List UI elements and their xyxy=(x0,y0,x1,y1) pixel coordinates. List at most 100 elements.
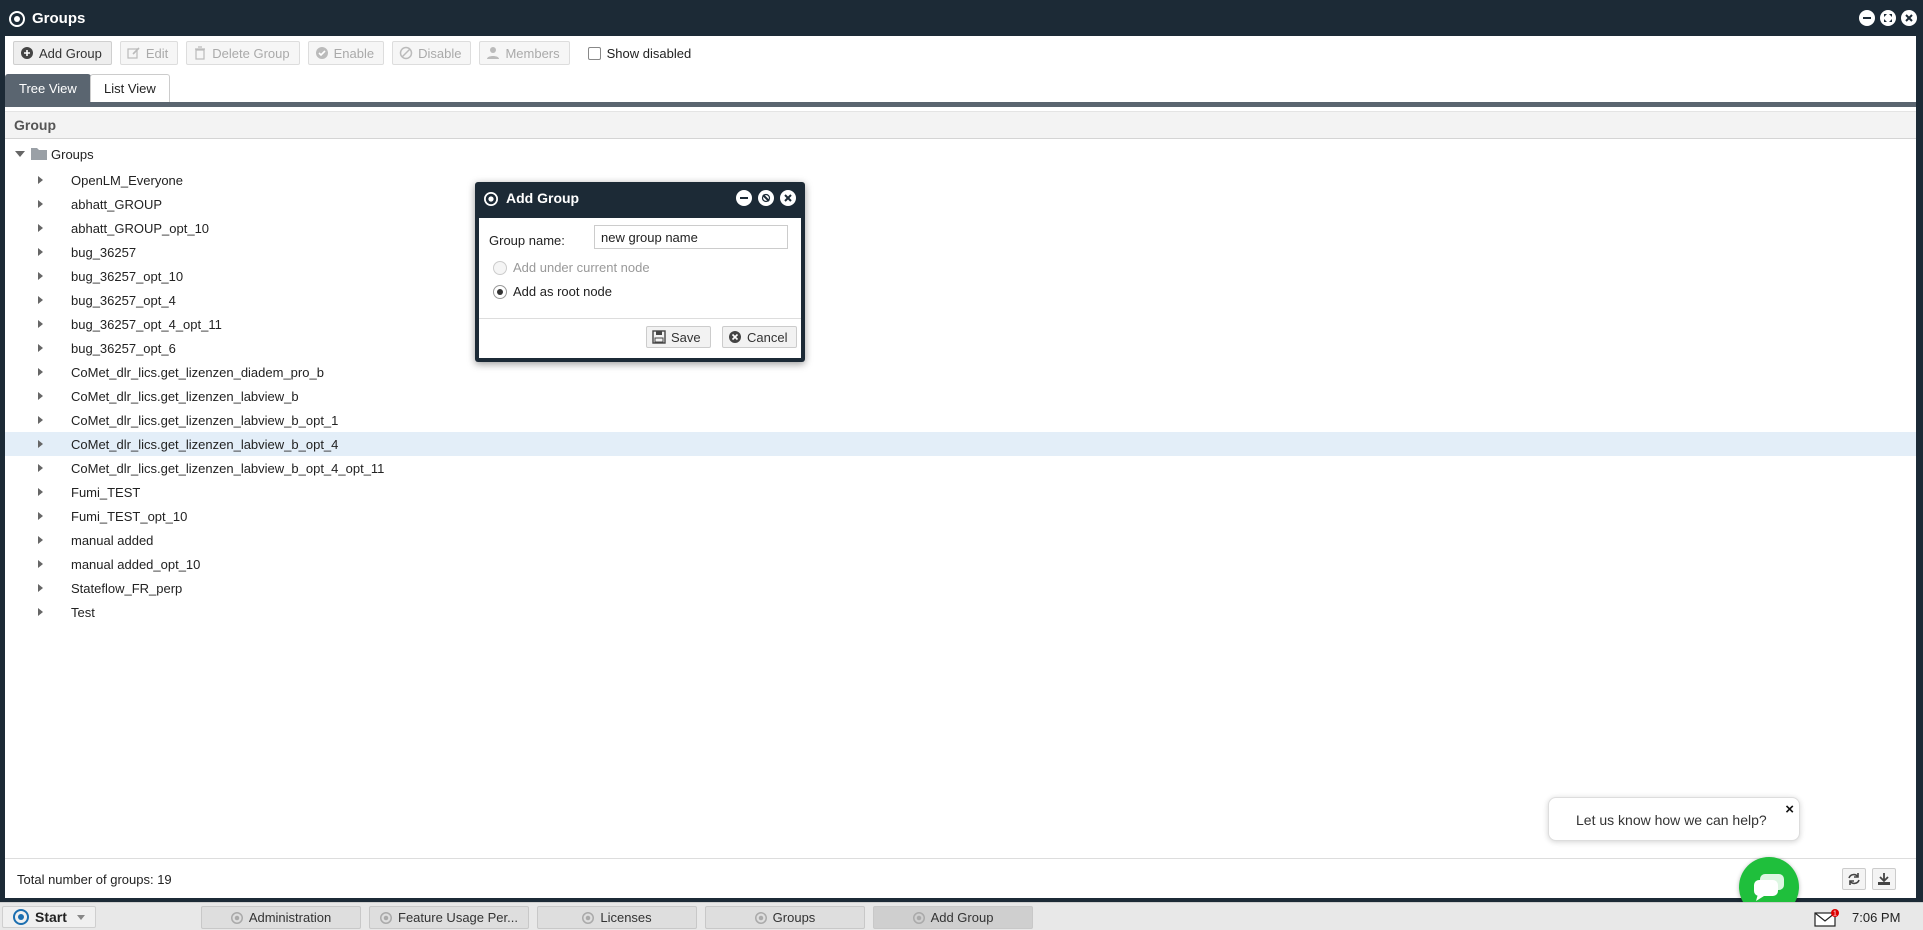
taskbar-item-label: Feature Usage Per... xyxy=(398,910,518,925)
enable-label: Enable xyxy=(333,45,375,61)
tree-row[interactable]: manual added_opt_10 xyxy=(5,552,1916,576)
tree-row[interactable]: abhatt_GROUP_opt_10 xyxy=(5,216,1916,240)
close-icon[interactable] xyxy=(1901,10,1917,26)
ban-icon xyxy=(399,46,413,60)
taskbar: Start Administration Feature Usage Per...… xyxy=(0,902,1923,930)
cancel-icon xyxy=(729,331,741,343)
tree-row-label: Fumi_TEST_opt_10 xyxy=(71,509,188,524)
tree-row[interactable]: OpenLM_Everyone xyxy=(5,168,1916,192)
taskbar-item[interactable]: Feature Usage Per... xyxy=(369,906,529,929)
start-button[interactable]: Start xyxy=(2,906,96,928)
taskbar-item[interactable]: Add Group xyxy=(873,906,1033,929)
tree-row-label: manual added xyxy=(71,533,154,548)
enable-button[interactable]: Enable xyxy=(307,41,385,65)
group-name-input[interactable] xyxy=(594,225,788,249)
tree-row[interactable]: bug_36257_opt_10 xyxy=(5,264,1916,288)
cancel-button[interactable]: Cancel xyxy=(722,326,798,348)
tree-row[interactable]: Fumi_TEST xyxy=(5,480,1916,504)
expand-arrow-icon[interactable] xyxy=(38,320,43,328)
tab-list-view[interactable]: List View xyxy=(90,74,170,102)
expand-arrow-icon[interactable] xyxy=(38,488,43,496)
tree-row[interactable]: manual added xyxy=(5,528,1916,552)
tree-row[interactable]: CoMet_dlr_lics.get_lizenzen_labview_b_op… xyxy=(5,408,1916,432)
expand-arrow-icon[interactable] xyxy=(38,440,43,448)
show-disabled-checkbox[interactable] xyxy=(587,46,601,60)
dialog-minimize-icon[interactable] xyxy=(736,190,752,206)
expand-arrow-icon[interactable] xyxy=(38,560,43,568)
dialog-close-icon[interactable] xyxy=(780,190,796,206)
edit-icon xyxy=(127,47,140,59)
show-disabled-label: Show disabled xyxy=(606,45,692,61)
save-button[interactable]: Save xyxy=(646,326,711,348)
tree-row[interactable]: bug_36257 xyxy=(5,240,1916,264)
tree-row[interactable]: bug_36257_opt_6 xyxy=(5,336,1916,360)
taskbar-item-label: Administration xyxy=(248,910,332,925)
tree-row[interactable]: CoMet_dlr_lics.get_lizenzen_diadem_pro_b xyxy=(5,360,1916,384)
add-group-button[interactable]: Add Group xyxy=(13,41,112,65)
expand-arrow-icon[interactable] xyxy=(38,392,43,400)
expand-arrow-icon[interactable] xyxy=(38,248,43,256)
minimize-icon[interactable] xyxy=(1859,10,1875,26)
start-label: Start xyxy=(35,909,67,925)
taskbar-item[interactable]: Groups xyxy=(705,906,865,929)
chat-close-icon[interactable]: × xyxy=(1785,801,1794,818)
expand-arrow-icon[interactable] xyxy=(38,512,43,520)
tree-row[interactable]: Test xyxy=(5,600,1916,624)
expand-arrow-icon[interactable] xyxy=(38,296,43,304)
expand-arrow-icon[interactable] xyxy=(38,200,43,208)
expand-arrow-icon[interactable] xyxy=(38,368,43,376)
tree-root-label: Groups xyxy=(51,147,94,162)
tree-row-label: manual added_opt_10 xyxy=(71,557,201,572)
expand-arrow-icon[interactable] xyxy=(38,416,43,424)
tree-row-label: bug_36257_opt_4_opt_11 xyxy=(71,317,222,332)
add-as-root-radio[interactable] xyxy=(493,284,507,299)
chat-icon xyxy=(1754,874,1784,901)
expand-arrow-icon[interactable] xyxy=(38,224,43,232)
add-as-root-option[interactable]: Add as root node xyxy=(493,284,612,299)
start-dropdown-icon xyxy=(76,914,85,920)
add-under-current-radio[interactable] xyxy=(493,260,507,275)
expand-arrow-icon[interactable] xyxy=(38,176,43,184)
app-logo-icon xyxy=(9,11,25,27)
dialog-restore-icon[interactable] xyxy=(758,190,774,206)
tree-row[interactable]: CoMet_dlr_lics.get_lizenzen_labview_b_op… xyxy=(5,432,1916,456)
tree-row-label: Fumi_TEST xyxy=(71,485,141,500)
taskbar-item[interactable]: Administration xyxy=(201,906,361,929)
expand-arrow-icon[interactable] xyxy=(38,608,43,616)
disable-label: Disable xyxy=(418,45,462,61)
add-under-current-option[interactable]: Add under current node xyxy=(493,260,650,275)
tab-tree-view[interactable]: Tree View xyxy=(5,74,91,102)
tree-row-label: bug_36257 xyxy=(71,245,137,260)
delete-group-button[interactable]: Delete Group xyxy=(186,41,300,65)
refresh-button[interactable] xyxy=(1842,868,1866,890)
expand-arrow-icon[interactable] xyxy=(38,344,43,352)
taskbar-item[interactable]: Licenses xyxy=(537,906,697,929)
expand-arrow-icon[interactable] xyxy=(38,584,43,592)
tree-row[interactable]: bug_36257_opt_4 xyxy=(5,288,1916,312)
tree-row[interactable]: abhatt_GROUP xyxy=(5,192,1916,216)
disable-button[interactable]: Disable xyxy=(392,41,472,65)
add-under-current-label: Add under current node xyxy=(513,260,650,275)
column-header-group[interactable]: Group xyxy=(5,111,1916,139)
expand-arrow-icon[interactable] xyxy=(38,536,43,544)
tree-row[interactable]: Fumi_TEST_opt_10 xyxy=(5,504,1916,528)
tree-row[interactable]: CoMet_dlr_lics.get_lizenzen_labview_b_op… xyxy=(5,456,1916,480)
tree-row-label: CoMet_dlr_lics.get_lizenzen_diadem_pro_b xyxy=(71,365,324,380)
folder-icon xyxy=(31,148,47,160)
expand-arrow-icon[interactable] xyxy=(38,464,43,472)
maximize-icon[interactable] xyxy=(1880,10,1896,26)
tree-row[interactable]: bug_36257_opt_4_opt_11 xyxy=(5,312,1916,336)
tree-row-label: abhatt_GROUP xyxy=(71,197,163,212)
edit-button[interactable]: Edit xyxy=(119,41,179,65)
tree-row[interactable]: CoMet_dlr_lics.get_lizenzen_labview_b xyxy=(5,384,1916,408)
members-button[interactable]: Members xyxy=(479,41,570,65)
window-titlebar[interactable]: Groups xyxy=(0,0,1923,36)
export-button[interactable] xyxy=(1872,868,1896,890)
check-circle-icon xyxy=(315,47,328,59)
show-disabled-toggle[interactable]: Show disabled xyxy=(587,45,692,61)
chat-prompt-bubble[interactable]: Let us know how we can help? × xyxy=(1548,797,1800,841)
tree-row[interactable]: Stateflow_FR_perp xyxy=(5,576,1916,600)
collapse-arrow-icon[interactable] xyxy=(15,151,25,157)
mail-icon[interactable]: 1 xyxy=(1814,909,1840,927)
expand-arrow-icon[interactable] xyxy=(38,272,43,280)
